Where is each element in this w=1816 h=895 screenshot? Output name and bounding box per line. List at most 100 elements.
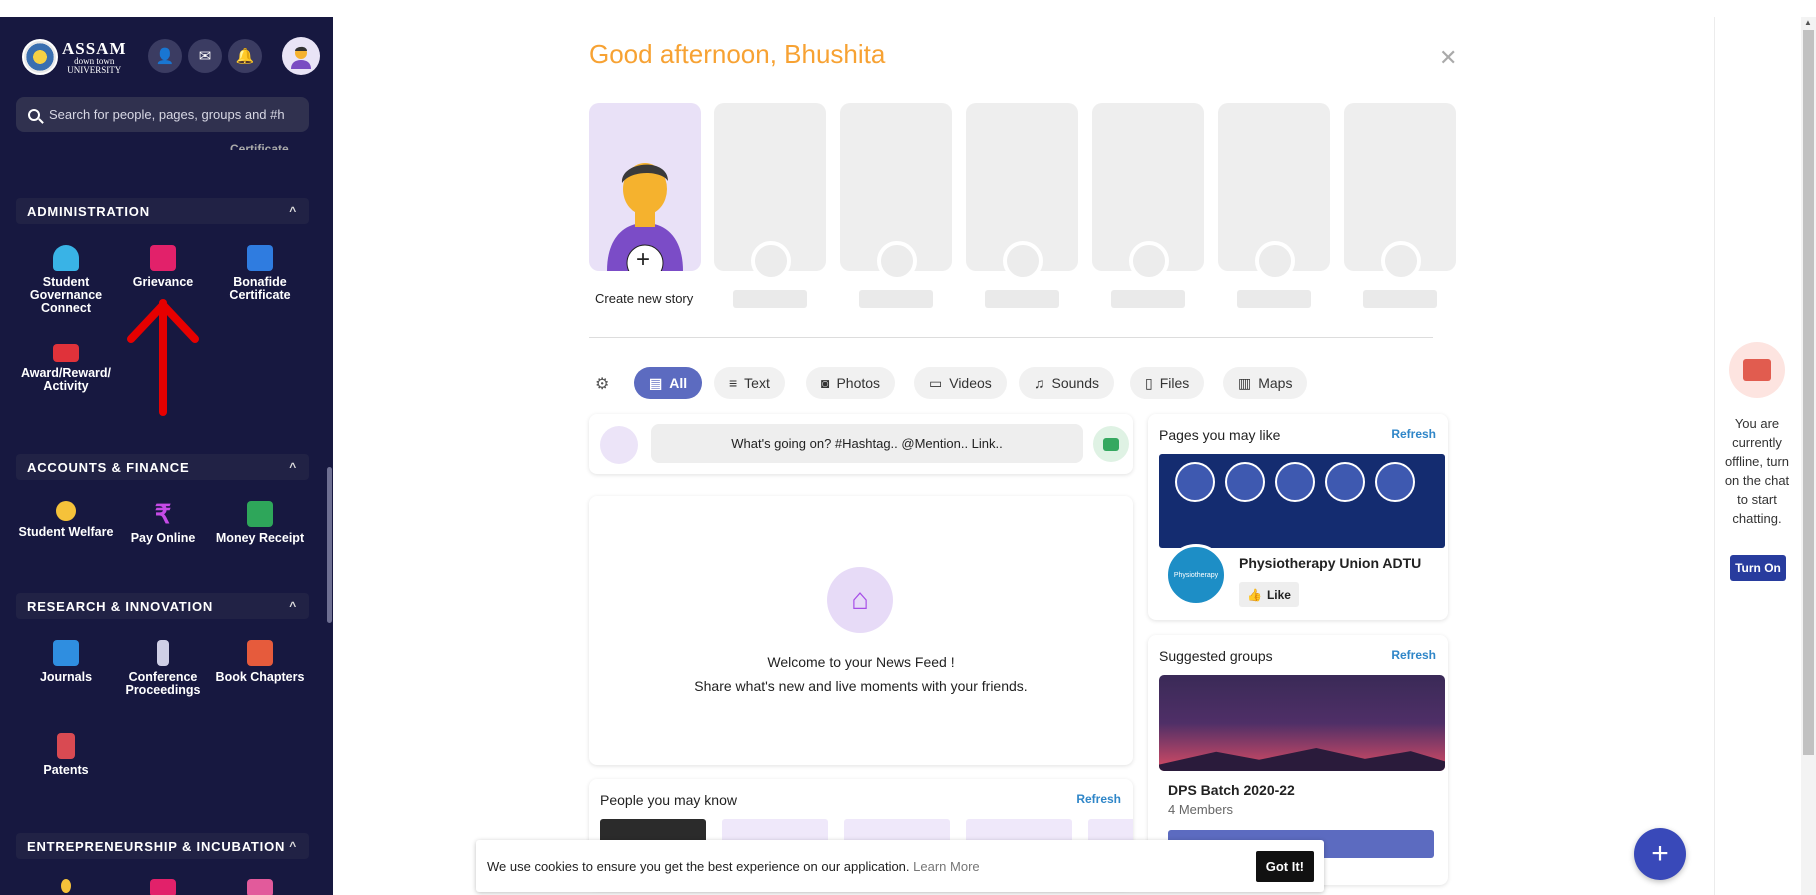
bell-icon: 🔔 [235,48,255,65]
filter-all[interactable]: ▤ All [634,367,703,399]
story-placeholder [966,103,1078,281]
group-cover-image[interactable] [1159,675,1445,771]
create-post-fab[interactable]: + [1634,828,1686,880]
story-placeholder [840,103,952,281]
filter-text[interactable]: ≡ Text [714,367,785,399]
page-cover-icon [1375,462,1415,502]
university-seal-icon [22,39,58,75]
groups-refresh-link[interactable]: Refresh [1391,648,1436,662]
group-members: 4 Members [1168,802,1234,817]
notifications-button[interactable]: 🔔 [228,39,262,73]
pages-refresh-link[interactable]: Refresh [1391,427,1436,441]
filter-maps[interactable]: ▥ Maps [1223,367,1308,399]
compose-input[interactable]: What's going on? #Hashtag.. @Mention.. L… [651,424,1083,463]
chevron-up-icon: ^ [289,460,297,474]
home-icon: ⌂ [827,567,893,633]
search-bar[interactable]: Search for people, pages, groups and #h [16,97,309,132]
section-entrepreneurship-incubation[interactable]: ENTREPRENEURSHIP & INCUBATION ^ [16,833,309,859]
governance-icon [53,245,79,271]
tile-student-governance-connect[interactable]: Student Governance Connect [16,245,116,315]
filter-files[interactable]: ▯ Files [1130,367,1205,399]
section-administration[interactable]: ADMINISTRATION ^ [16,198,309,224]
story-label-placeholder [1111,290,1185,308]
tile-conference-proceedings[interactable]: Conference Proceedings [113,640,213,697]
grievance-icon [150,245,176,271]
page-title: Good afternoon, Bhushita [589,39,886,69]
tile-money-receipt[interactable]: Money Receipt [210,501,310,545]
people-refresh-link[interactable]: Refresh [1076,792,1121,806]
got-it-button[interactable]: Got It! [1255,850,1314,882]
tile-entrepreneurship-3[interactable] [210,879,310,895]
story-label-placeholder [1363,290,1437,308]
story-label-placeholder [733,290,807,308]
music-icon: ♫ [1034,375,1045,391]
book-icon [247,640,273,666]
tile-student-welfare[interactable]: Student Welfare [16,501,116,539]
close-icon[interactable]: ✕ [1439,45,1457,71]
message-icon: ✉ [198,48,212,65]
filter-settings-icon[interactable]: ⚙ [595,374,609,394]
messages-button[interactable]: ✉ [188,39,222,73]
user-avatar-button[interactable] [282,37,320,75]
camera-button[interactable] [1093,426,1129,462]
story-label-placeholder [985,290,1059,308]
tile-entrepreneurship-2[interactable] [113,879,213,895]
filter-sounds[interactable]: ♫ Sounds [1019,367,1114,399]
tile-bonafide-certificate[interactable]: Bonafide Certificate [210,245,310,302]
page-cover-image[interactable] [1159,454,1445,548]
journal-icon [53,640,79,666]
story-placeholder [1218,103,1330,281]
tile-book-chapters[interactable]: Book Chapters [210,640,310,684]
filter-photos[interactable]: ◙ Photos [806,367,896,399]
group-name[interactable]: DPS Batch 2020-22 [1168,782,1295,798]
tile-patents[interactable]: Patents [16,733,116,777]
app-window: ASSAM down town UNIVERSITY 👤 ✉ 🔔 Search … [0,0,1816,895]
user-avatar [600,426,638,464]
document-icon: ▤ [649,374,663,391]
award-icon [53,344,79,362]
section-accounts-finance[interactable]: ACCOUNTS & FINANCE ^ [16,454,309,480]
sidebar-scrollbar[interactable] [327,467,332,623]
filter-videos[interactable]: ▭ Videos [914,367,1007,399]
chevron-up-icon: ^ [289,839,297,853]
page-name[interactable]: Physiotherapy Union ADTU [1239,555,1421,571]
file-icon: ▯ [1145,374,1153,391]
tile-pay-online[interactable]: ₹ Pay Online [113,501,213,545]
chevron-up-icon: ^ [289,204,297,218]
story-placeholder [714,103,826,281]
like-button[interactable]: 👍 Like [1239,582,1299,607]
welfare-icon [56,501,76,521]
news-feed-empty: ⌂ Welcome to your News Feed ! Share what… [589,496,1133,765]
store-icon [150,879,176,895]
scroll-up-arrow-icon[interactable]: ▲ [1804,18,1812,27]
tile-journals[interactable]: Journals [16,640,116,684]
logo-text: ASSAM down town UNIVERSITY [62,38,127,75]
search-icon [28,108,40,121]
map-icon: ▥ [1238,374,1252,391]
search-input[interactable]: Search for people, pages, groups and #h [49,107,285,122]
plus-icon: + [1651,837,1669,870]
tile-entrepreneurship-1[interactable] [16,879,116,895]
cookie-text: We use cookies to ensure you get the bes… [487,858,910,874]
friend-requests-button[interactable]: 👤 [148,39,182,73]
divider [589,337,1433,338]
plus-icon[interactable]: + [636,248,650,272]
chevron-up-icon: ^ [289,599,297,613]
video-icon: ▭ [929,374,943,391]
page-logo[interactable]: Physiotherapy [1165,544,1227,606]
page-cover-icon [1325,462,1365,502]
tile-award-reward-activity[interactable]: Award/Reward/ Activity [16,344,116,393]
pages-you-may-like: Pages you may like Refresh Physiotherapy… [1148,414,1448,620]
learn-more-link[interactable]: Learn More [913,859,979,874]
chat-offline-text: You are currently offline, turn on the c… [1724,416,1790,526]
turn-on-chat-button[interactable]: Turn On [1730,555,1786,581]
page-scroll-thumb[interactable] [1803,30,1814,755]
podium-icon [157,640,169,666]
tile-grievance[interactable]: Grievance [113,245,213,289]
cookie-banner: We use cookies to ensure you get the bes… [476,840,1324,892]
cutoff-item-label: Certificate [230,142,289,150]
section-research-innovation[interactable]: RESEARCH & INNOVATION ^ [16,593,309,619]
university-logo[interactable]: ASSAM down town UNIVERSITY [22,39,127,75]
camera-icon [1103,437,1119,451]
post-composer: What's going on? #Hashtag.. @Mention.. L… [589,414,1133,474]
